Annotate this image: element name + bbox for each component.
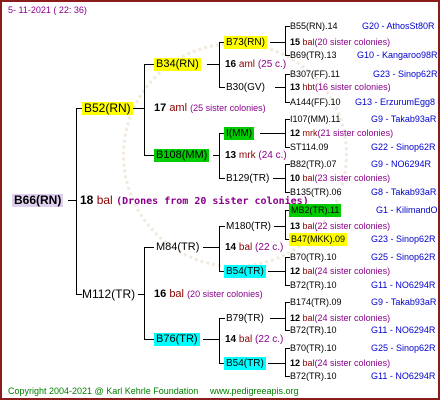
b82-info: 10 bal(23 sister colonies) — [290, 173, 391, 183]
queen-b108mm: B108(MM) — [154, 149, 210, 162]
group-b69: G10 - Kangaroo98R — [357, 50, 438, 60]
group-b174: G9 - Takab93aR — [371, 297, 437, 307]
queen-b70tr-1: B70(TR).10 — [290, 252, 337, 262]
queen-b72tr-3: B72(TR).10 — [290, 371, 337, 381]
queen-mb2tr: MB2(TR).11 — [289, 204, 342, 217]
group-b47: G23 - Sinop62R — [371, 234, 436, 244]
group-b72-1: G11 - NO6294R — [371, 280, 436, 290]
b73-info: 15 bal(20 sister colonies) — [290, 37, 391, 47]
queen-st114: ST114.09 — [290, 142, 329, 152]
b70-1-info: 12 bal(24 sister colonies) — [290, 266, 391, 276]
m112-info: 16 bal (20 sister colonies) — [154, 288, 263, 300]
b76-info: 14 bal (22 c.) — [225, 334, 284, 345]
group-b72-3: G11 - NO6294R — [371, 371, 436, 381]
queen-b34rn: B34(RN) — [154, 58, 201, 71]
queen-b72tr-2: B72(TR).10 — [290, 325, 337, 335]
queen-b72tr-1: B72(TR).10 — [290, 280, 337, 290]
queen-b135tr: B135(TR).06 — [290, 187, 342, 197]
queen-b52rn: B52(RN) — [82, 101, 133, 115]
queen-b82tr: B82(TR).07 — [290, 159, 337, 169]
group-b72-2: G11 - NO6294R — [371, 325, 436, 335]
b34-info: 16 aml (25 c.) — [225, 59, 287, 70]
queen-i107mm: I107(MM).11 — [290, 114, 341, 124]
queen-b129tr: B129(TR) — [226, 173, 270, 184]
queen-m84tr: M84(TR) — [156, 241, 200, 253]
queen-b70tr-2: B70(TR).10 — [290, 343, 337, 353]
queen-b76tr: B76(TR) — [154, 333, 200, 346]
group-b70-1: G25 - Sinop62R — [371, 252, 436, 262]
queen-b55rn: B55(RN).14 — [290, 21, 338, 31]
group-mb2: G1 - KilimandO — [376, 205, 438, 215]
date-stamp: 5- 11-2021 ( 22: 36) — [8, 5, 87, 15]
queen-a144ff: A144(FF).10 — [290, 97, 341, 107]
group-b135: G8 - Takab93aR — [371, 187, 437, 197]
b52-info: 17 aml (25 sister colonies) — [154, 102, 266, 114]
queen-b174tr: B174(TR).09 — [290, 297, 342, 307]
footer-website[interactable]: www.pedigreeapis.org — [210, 385, 299, 398]
footer-copyright: Copyright 2004-2021 @ Karl Kehrle Founda… — [8, 386, 199, 396]
group-i107: G9 - Takab93aR — [371, 114, 437, 124]
queen-b47mkk: B47(MKK).09 — [289, 233, 348, 246]
imm-info: 12 mrk(21 sister colonies) — [290, 128, 394, 138]
queen-m180tr: M180(TR) — [226, 221, 272, 232]
pedigree-frame: 5- 11-2021 ( 22: 36) B66(RN) 18 bal (Dro… — [0, 0, 440, 400]
queen-b54tr-1: B54(TR) — [224, 265, 266, 278]
b108-info: 13 mrk (24 c.) — [225, 150, 287, 161]
group-b55: G20 - AthosSt80R — [362, 21, 435, 31]
queen-m112tr: M112(TR) — [82, 287, 136, 301]
queen-b54tr-2: B54(TR) — [224, 357, 266, 370]
group-b307: G23 - Sinop62R — [373, 69, 438, 79]
group-b82: G9 - NO6294R — [371, 159, 432, 169]
root-queen: B66(RN) — [12, 193, 64, 207]
m84-info: 14 bal (22 c.) — [225, 242, 284, 253]
b307-info: 13 hbt(16 sister colonies) — [290, 82, 391, 92]
queen-b73rn: B73(RN) — [224, 36, 267, 49]
group-a144: G13 - ErzurumEgg8 — [355, 97, 436, 107]
b70-2-info: 12 bal(24 sister colonies) — [290, 358, 391, 368]
queen-b307ff: B307(FF).11 — [290, 69, 340, 79]
group-b70-2: G25 - Sinop62R — [371, 343, 436, 353]
queen-b69tr: B69(TR).13 — [290, 50, 337, 60]
root-info: 18 bal (Drones from 20 sister colonies) — [80, 193, 309, 208]
queen-b79tr: B79(TR) — [226, 313, 264, 324]
queen-imm: I(MM) — [224, 127, 255, 140]
group-st114: G22 - Sinop62R — [371, 142, 436, 152]
m180-info: 13 bal(22 sister colonies) — [290, 221, 391, 231]
queen-b30gv: B30(GV) — [226, 82, 265, 93]
